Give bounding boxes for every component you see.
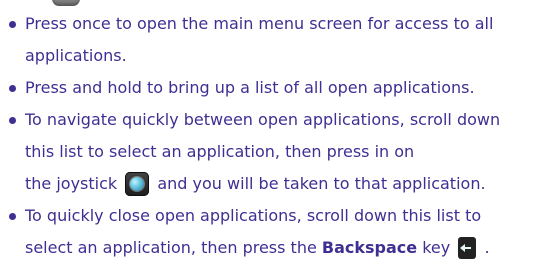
bullet-icon <box>9 85 16 92</box>
backspace-key-text: key <box>422 238 451 257</box>
backspace-key-label: Backspace <box>321 238 418 257</box>
device-key-icon <box>52 0 80 6</box>
backspace-text-before: select an application, then press the <box>25 238 317 257</box>
joystick-text-after: and you will be taken to that applicatio… <box>157 174 486 193</box>
instruction-line-5: this list to select an application, then… <box>25 142 415 161</box>
instruction-line-6: the joystick and you will be taken to th… <box>25 168 537 200</box>
bullet-icon <box>9 117 16 124</box>
joystick-text-before: the joystick <box>25 174 118 193</box>
backspace-key-icon <box>458 236 477 259</box>
instruction-list-container: Press once to open the main menu screen … <box>6 8 537 264</box>
instruction-list: Press once to open the main menu screen … <box>6 8 537 264</box>
instruction-item-open-menu: Press once to open the main menu screen … <box>6 8 537 72</box>
instruction-line-3: Press and hold to bring up a list of all… <box>25 78 475 97</box>
joystick-icon <box>125 171 150 196</box>
instruction-line-1: Press once to open the main menu screen … <box>25 14 494 33</box>
instruction-line-8: select an application, then press the Ba… <box>25 232 537 264</box>
instruction-item-navigate-apps: To navigate quickly between open applica… <box>6 104 537 200</box>
bullet-icon <box>9 213 16 220</box>
instruction-line-2: applications. <box>25 46 127 65</box>
instruction-item-open-apps-list: Press and hold to bring up a list of all… <box>6 72 537 104</box>
bullet-icon <box>9 21 16 28</box>
instruction-line-7: To quickly close open applications, scro… <box>25 206 482 225</box>
backspace-period: . <box>484 238 490 257</box>
instruction-item-close-apps: To quickly close open applications, scro… <box>6 200 537 264</box>
instruction-line-4: To navigate quickly between open applica… <box>25 110 501 129</box>
